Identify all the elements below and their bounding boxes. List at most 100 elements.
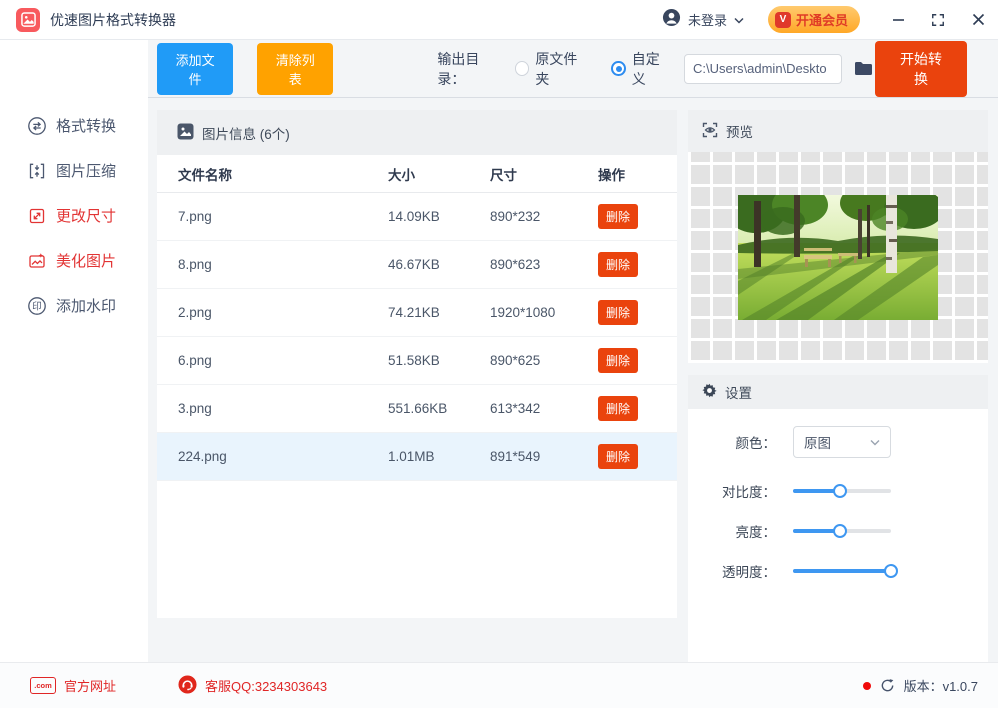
table-row[interactable]: 3.png 551.66KB 613*342 删除 bbox=[157, 385, 677, 433]
slider-label: 透明度： bbox=[722, 565, 776, 580]
file-dimensions: 890*232 bbox=[490, 209, 541, 224]
compress-icon bbox=[27, 161, 47, 181]
file-dimensions: 613*342 bbox=[490, 401, 541, 416]
headset-icon bbox=[178, 674, 197, 697]
sidebar-item-label: 美化图片 bbox=[56, 253, 117, 270]
delete-button[interactable]: 删除 bbox=[598, 252, 638, 277]
preview-header: 预览 bbox=[688, 110, 988, 152]
col-action: 操作 bbox=[598, 167, 625, 183]
table-header-row: 文件名称 大小 尺寸 操作 bbox=[157, 155, 677, 193]
radio-original-folder[interactable]: 原文件夹 bbox=[514, 49, 589, 89]
file-list-header: 图片信息 (6个) bbox=[157, 110, 677, 155]
chevron-down-icon bbox=[734, 11, 744, 29]
file-name: 8.png bbox=[178, 257, 212, 272]
table-row[interactable]: 6.png 51.58KB 890*625 删除 bbox=[157, 337, 677, 385]
settings-body: 颜色： 原图 对比度： 亮度： 透明度： bbox=[688, 409, 988, 662]
file-table-body: 7.png 14.09KB 890*232 删除 8.png 46.67KB 890*623… bbox=[157, 193, 677, 481]
delete-button[interactable]: 删除 bbox=[598, 348, 638, 373]
slider-row-3: 透明度： bbox=[688, 564, 988, 580]
sidebar-item-label: 添加水印 bbox=[56, 298, 117, 315]
support-qq-link[interactable]: 客服QQ:3234303643 bbox=[178, 674, 327, 697]
file-dimensions: 891*549 bbox=[490, 449, 541, 464]
footer-bar: .com 官方网址 客服QQ:3234303643 版本：v1.0.7 bbox=[0, 662, 998, 708]
sidebar-item-label: 格式转换 bbox=[56, 118, 117, 135]
update-dot bbox=[862, 681, 871, 690]
slider-thumb[interactable] bbox=[884, 564, 898, 578]
avatar-icon bbox=[662, 8, 681, 32]
browse-folder-button[interactable] bbox=[852, 59, 875, 78]
user-menu[interactable]: 未登录 bbox=[662, 8, 744, 32]
slider-label: 对比度： bbox=[722, 485, 776, 500]
chevron-down-icon bbox=[870, 439, 880, 445]
color-label: 颜色： bbox=[735, 436, 777, 451]
table-row[interactable]: 2.png 74.21KB 1920*1080 删除 bbox=[157, 289, 677, 337]
slider-control[interactable] bbox=[793, 524, 891, 538]
sidebar-item-3[interactable]: 更改尺寸 bbox=[0, 193, 148, 238]
sidebar-item-5[interactable]: 印 添加水印 bbox=[0, 283, 148, 328]
maximize-button[interactable] bbox=[918, 0, 958, 40]
col-dims: 尺寸 bbox=[490, 167, 517, 183]
preview-canvas bbox=[688, 152, 988, 363]
delete-button[interactable]: 删除 bbox=[598, 396, 638, 421]
sidebar-item-1[interactable]: 格式转换 bbox=[0, 103, 148, 148]
table-row[interactable]: 7.png 14.09KB 890*232 删除 bbox=[157, 193, 677, 241]
file-size: 46.67KB bbox=[388, 257, 440, 272]
beautify-icon bbox=[27, 251, 47, 271]
minimize-button[interactable] bbox=[878, 0, 918, 40]
file-list-title: 图片信息 (6个) bbox=[202, 126, 290, 142]
toolbar: 添加文件 清除列表 输出目录： 原文件夹 自定义 开始转换 bbox=[148, 40, 998, 98]
slider-control[interactable] bbox=[793, 484, 891, 498]
format-convert-icon bbox=[27, 116, 47, 136]
watermark-icon: 印 bbox=[27, 296, 47, 316]
color-dropdown[interactable]: 原图 bbox=[793, 426, 891, 458]
slider-thumb[interactable] bbox=[833, 484, 848, 498]
slider-control[interactable] bbox=[793, 564, 898, 578]
title-bar: 优速图片格式转换器 未登录 V 开通会员 bbox=[0, 0, 998, 40]
sidebar-item-4[interactable]: 美化图片 bbox=[0, 238, 148, 283]
official-website-link[interactable]: .com 官方网址 bbox=[30, 676, 116, 695]
gear-icon bbox=[702, 383, 717, 401]
delete-button[interactable]: 删除 bbox=[598, 300, 638, 325]
sliders-container: 对比度： 亮度： 透明度： bbox=[688, 484, 988, 580]
output-path-input[interactable] bbox=[683, 53, 842, 84]
slider-row-1: 对比度： bbox=[688, 484, 988, 500]
settings-header: 设置 bbox=[688, 375, 988, 409]
radio-custom-icon bbox=[611, 61, 626, 76]
check-update-button[interactable] bbox=[880, 678, 895, 693]
file-size: 551.66KB bbox=[388, 401, 448, 416]
vip-icon: V bbox=[774, 11, 791, 28]
folder-icon bbox=[854, 62, 872, 75]
start-convert-button[interactable]: 开始转换 bbox=[874, 40, 967, 97]
radio-original-icon bbox=[514, 61, 530, 76]
delete-button[interactable]: 删除 bbox=[598, 204, 638, 229]
slider-label: 亮度： bbox=[735, 525, 777, 540]
version-label: 版本：v1.0.7 bbox=[903, 679, 978, 694]
close-button[interactable] bbox=[958, 0, 998, 40]
right-panel: 预览 设置 颜色： 原图 对比度： 亮度： 透明度： bbox=[688, 110, 988, 662]
vip-label: 开通会员 bbox=[795, 13, 848, 28]
file-dimensions: 1920*1080 bbox=[490, 305, 556, 320]
file-list-panel: 图片信息 (6个) 文件名称 大小 尺寸 操作 7.png 14.09KB 890*… bbox=[157, 110, 677, 618]
delete-button[interactable]: 删除 bbox=[598, 444, 638, 469]
color-setting-row: 颜色： 原图 bbox=[688, 426, 988, 458]
file-name: 7.png bbox=[178, 209, 212, 224]
file-dimensions: 890*623 bbox=[490, 257, 541, 272]
table-row[interactable]: 224.png 1.01MB 891*549 删除 bbox=[157, 433, 677, 481]
file-size: 74.21KB bbox=[388, 305, 440, 320]
add-files-button[interactable]: 添加文件 bbox=[157, 42, 234, 95]
open-vip-button[interactable]: V 开通会员 bbox=[767, 6, 860, 33]
file-size: 14.09KB bbox=[388, 209, 440, 224]
panel-gap bbox=[688, 363, 988, 375]
login-status: 未登录 bbox=[687, 13, 727, 28]
sidebar-item-2[interactable]: 图片压缩 bbox=[0, 148, 148, 193]
slider-thumb[interactable] bbox=[833, 524, 848, 538]
refresh-icon bbox=[881, 679, 893, 692]
output-dir-label: 输出目录： bbox=[437, 50, 480, 87]
clear-list-button[interactable]: 清除列表 bbox=[257, 42, 334, 95]
file-size: 51.58KB bbox=[388, 353, 440, 368]
table-row[interactable]: 8.png 46.67KB 890*623 删除 bbox=[157, 241, 677, 289]
color-value: 原图 bbox=[804, 436, 831, 451]
file-name: 224.png bbox=[178, 449, 227, 464]
slider-row-2: 亮度： bbox=[688, 524, 988, 540]
radio-custom-folder[interactable]: 自定义 bbox=[611, 49, 672, 89]
